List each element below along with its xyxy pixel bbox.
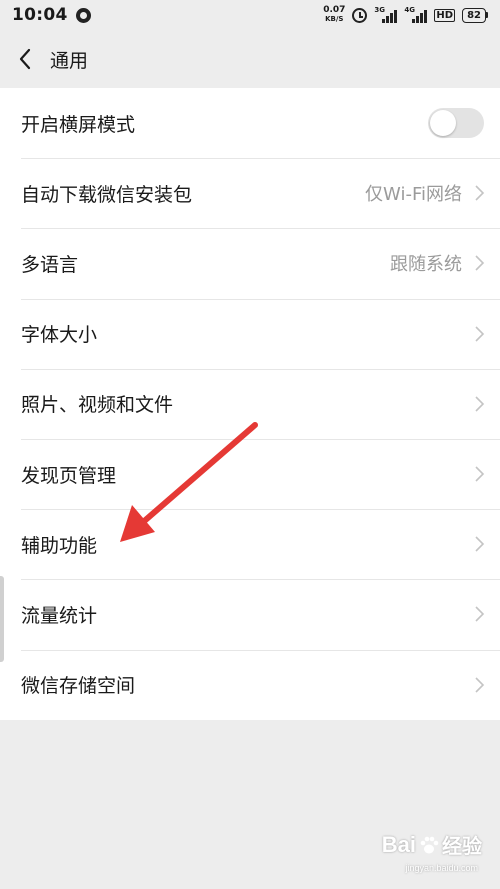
status-bar: 10:04 0.07 KB/S 3G 4G HD 82 <box>0 0 500 30</box>
setting-accessibility[interactable]: 辅助功能 <box>0 509 500 579</box>
setting-label: 流量统计 <box>21 604 98 627</box>
settings-list: 开启横屏模式 自动下载微信安装包 仅Wi-Fi网络 多语言 跟随系统 字体大小 … <box>0 88 500 720</box>
status-icons: 0.07 KB/S 3G 4G HD 82 <box>323 6 488 24</box>
setting-label: 微信存储空间 <box>21 675 136 698</box>
chevron-right-icon <box>475 326 485 342</box>
chevron-right-icon <box>475 396 485 412</box>
battery-level: 82 <box>462 7 486 23</box>
watermark-url: jingyan.baidu.com <box>405 863 478 873</box>
setting-data-usage[interactable]: 流量统计 <box>0 579 500 649</box>
setting-label: 多语言 <box>21 253 79 276</box>
hd-icon: HD <box>434 8 456 22</box>
chevron-right-icon <box>475 466 485 482</box>
toggle-knob <box>430 110 456 137</box>
setting-value: 跟随系统 <box>390 254 462 276</box>
sim1-signal-icon: 3G <box>374 6 398 23</box>
chevron-left-icon <box>19 48 31 70</box>
chevron-right-icon <box>475 677 485 693</box>
setting-label: 开启横屏模式 <box>21 113 136 136</box>
watermark-brand: Bai <box>381 831 416 857</box>
network-speed-unit: KB/S <box>325 15 344 23</box>
setting-label: 自动下载微信安装包 <box>21 183 193 206</box>
watermark-suffix: 经验 <box>442 834 482 858</box>
title-bar: 通用 <box>0 30 500 88</box>
setting-landscape-mode[interactable]: 开启横屏模式 <box>0 88 500 158</box>
chevron-right-icon <box>475 536 485 552</box>
setting-font-size[interactable]: 字体大小 <box>0 298 500 369</box>
setting-label: 字体大小 <box>21 324 98 347</box>
setting-label: 辅助功能 <box>21 534 98 557</box>
sim1-network-label: 3G <box>374 6 386 14</box>
battery-icon: 82 <box>462 7 488 23</box>
setting-media-files[interactable]: 照片、视频和文件 <box>0 368 500 439</box>
landscape-mode-toggle[interactable] <box>428 108 484 139</box>
chevron-right-icon <box>475 255 485 272</box>
status-time: 10:04 <box>12 5 68 25</box>
sim2-network-label: 4G <box>404 6 416 14</box>
setting-storage[interactable]: 微信存储空间 <box>0 649 500 720</box>
notification-app-icon <box>75 7 91 23</box>
baidu-watermark: Bai 经验 <box>382 830 482 859</box>
network-speed: 0.07 KB/S <box>323 6 345 24</box>
sim2-signal-icon: 4G <box>404 6 428 23</box>
chevron-right-icon <box>475 185 485 201</box>
paw-icon <box>420 836 439 853</box>
setting-auto-download[interactable]: 自动下载微信安装包 仅Wi-Fi网络 <box>0 158 500 228</box>
back-button[interactable] <box>0 30 50 88</box>
network-speed-value: 0.07 <box>323 5 346 15</box>
chevron-right-icon <box>475 606 485 622</box>
setting-label: 发现页管理 <box>21 464 117 487</box>
alarm-icon <box>352 7 368 23</box>
edge-handle[interactable] <box>0 576 4 662</box>
page-title: 通用 <box>50 49 89 72</box>
setting-label: 照片、视频和文件 <box>21 394 174 417</box>
setting-language[interactable]: 多语言 跟随系统 <box>0 228 500 298</box>
setting-discover-management[interactable]: 发现页管理 <box>0 438 500 509</box>
setting-value: 仅Wi-Fi网络 <box>365 184 462 206</box>
